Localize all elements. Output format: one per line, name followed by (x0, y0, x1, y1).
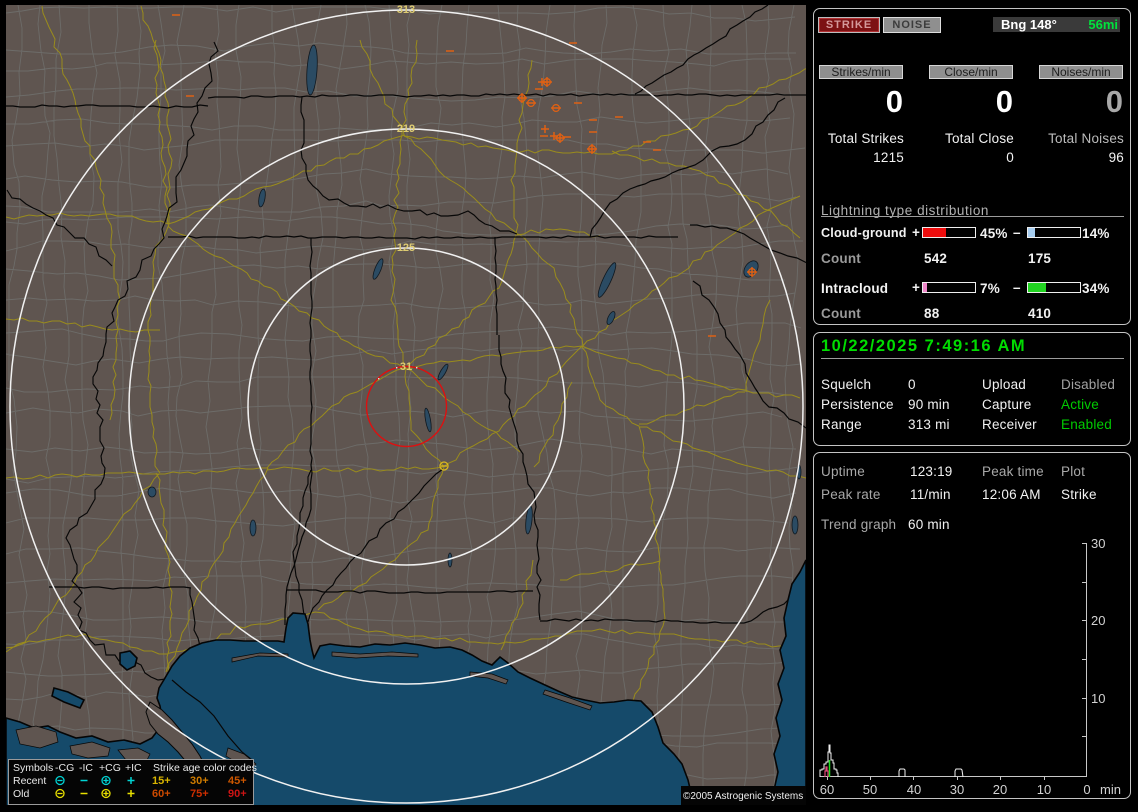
svg-text:50: 50 (863, 782, 877, 797)
svg-text:10: 10 (1037, 782, 1051, 797)
svg-text:min: min (1100, 782, 1121, 797)
svg-text:0: 0 (1083, 782, 1090, 797)
svg-text:20: 20 (993, 782, 1007, 797)
svg-text:30: 30 (950, 782, 964, 797)
svg-text:40: 40 (907, 782, 921, 797)
svg-text:20: 20 (1091, 613, 1105, 628)
svg-text:10: 10 (1091, 691, 1105, 706)
svg-text:60: 60 (820, 782, 834, 797)
svg-text:30: 30 (1091, 536, 1105, 551)
